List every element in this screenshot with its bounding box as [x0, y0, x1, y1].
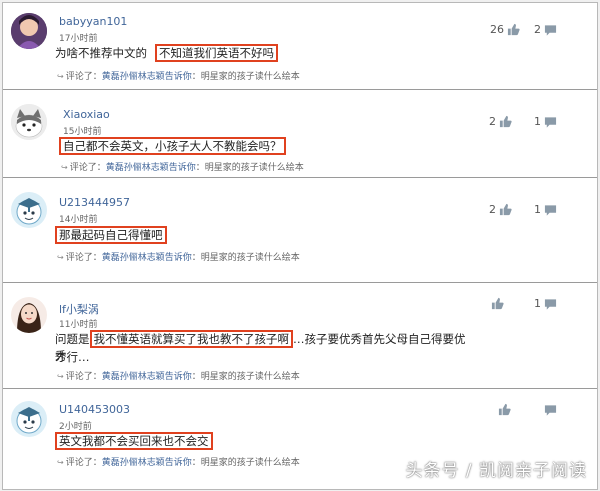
reply-article-title[interactable]: ：明星家的孩子读什么绘本: [192, 72, 300, 82]
reply-arrow-icon: ↪: [57, 72, 64, 81]
comment-text-line2: 才行…: [55, 350, 90, 364]
reply-button[interactable]: [541, 404, 557, 416]
username[interactable]: U140453003: [59, 403, 130, 416]
reply-count: 1: [534, 115, 541, 128]
reply-article-title[interactable]: ：明星家的孩子读什么绘本: [192, 372, 300, 382]
highlighted-text: 英文我都不会买回来也不会交: [55, 432, 213, 450]
comment-item: lf小梨涡 11小时前 问题是 我不懂英语就算买了我也教不了孩子啊 …孩子要优秀首先…: [3, 283, 597, 389]
username[interactable]: Xiaoxiao: [63, 108, 110, 121]
speech-bubble-icon: [544, 298, 557, 310]
comment-text: 为啥不推荐中文的 不知道我们英语不好吗: [55, 44, 278, 62]
comment-text-plain: 为啥不推荐中文的: [55, 46, 147, 60]
reply-prefix: 评论了：: [65, 372, 102, 382]
like-button[interactable]: [488, 297, 504, 310]
comment-actions: 2 1: [475, 203, 557, 216]
reply-button[interactable]: 1: [534, 203, 557, 216]
username[interactable]: babyyan101: [59, 15, 127, 28]
reply-prefix: 评论了：: [65, 253, 102, 263]
timestamp: 2小时前: [59, 422, 92, 432]
highlighted-text: 那最起码自己得懂吧: [55, 226, 167, 244]
username[interactable]: lf小梨涡: [59, 301, 99, 317]
speech-bubble-icon: [544, 24, 557, 36]
reply-user-link[interactable]: 黄磊孙俪林志颖告诉你: [102, 72, 192, 82]
reply-count: 1: [534, 297, 541, 310]
thumb-up-icon: [507, 23, 520, 36]
like-button[interactable]: 2: [489, 115, 512, 128]
username[interactable]: U213444957: [59, 196, 130, 209]
reply-prefix: 评论了：: [65, 72, 102, 82]
reply-context: ↪ 评论了：黄磊孙俪林志颖告诉你：明星家的孩子读什么绘本: [61, 160, 304, 173]
speech-bubble-icon: [544, 204, 557, 216]
reply-arrow-icon: ↪: [57, 372, 64, 381]
watermark: 头条号 / 凯阅亲子阅读: [405, 461, 587, 481]
speech-bubble-icon: [544, 116, 557, 128]
comment-item: Xiaoxiao 15小时前 自己都不会英文，小孩子大人不教能会吗？ ↪ 评论了：…: [3, 90, 597, 178]
reply-button[interactable]: 2: [534, 23, 557, 36]
avatar[interactable]: [11, 401, 47, 437]
reply-context: ↪ 评论了：黄磊孙俪林志颖告诉你：明星家的孩子读什么绘本: [57, 369, 300, 382]
reply-prefix: 评论了：: [65, 458, 102, 468]
comment-actions: 1: [474, 297, 557, 310]
reply-button[interactable]: 1: [534, 115, 557, 128]
avatar[interactable]: [11, 297, 47, 333]
like-count: 2: [489, 115, 496, 128]
reply-user-link[interactable]: 黄磊孙俪林志颖告诉你: [102, 253, 192, 263]
speech-bubble-icon: [544, 404, 557, 416]
highlighted-text: 自己都不会英文，小孩子大人不教能会吗？: [59, 137, 286, 155]
comment-item: babyyan101 17小时前 为啥不推荐中文的 不知道我们英语不好吗 ↪ 评论了…: [3, 3, 597, 90]
comment-text-plain: 问题是: [55, 332, 90, 346]
reply-context: ↪ 评论了：黄磊孙俪林志颖告诉你：明星家的孩子读什么绘本: [57, 455, 300, 468]
timestamp: 11小时前: [59, 320, 98, 330]
avatar[interactable]: [11, 104, 47, 140]
comment-item: U213444957 14小时前 那最起码自己得懂吧 ↪ 评论了：黄磊孙俪林志颖告…: [3, 178, 597, 283]
like-count: 2: [489, 203, 496, 216]
highlighted-text: 我不懂英语就算买了我也教不了孩子啊: [89, 330, 293, 348]
reply-user-link[interactable]: 黄磊孙俪林志颖告诉你: [102, 372, 192, 382]
comment-text: 自己都不会英文，小孩子大人不教能会吗？: [59, 137, 286, 155]
comment-text: 英文我都不会买回来也不会交: [55, 432, 213, 450]
like-button[interactable]: 26: [490, 23, 520, 36]
thumb-up-icon: [491, 297, 504, 310]
reply-arrow-icon: ↪: [57, 253, 64, 262]
timestamp: 15小时前: [63, 127, 102, 137]
thumb-up-icon: [499, 203, 512, 216]
reply-user-link[interactable]: 黄磊孙俪林志颖告诉你: [106, 163, 196, 173]
avatar[interactable]: [11, 192, 47, 228]
thumb-up-icon: [499, 115, 512, 128]
avatar[interactable]: [11, 13, 47, 49]
like-count: 26: [490, 23, 504, 36]
reply-context: ↪ 评论了：黄磊孙俪林志颖告诉你：明星家的孩子读什么绘本: [57, 250, 300, 263]
thumb-up-icon: [498, 403, 511, 416]
reply-article-title[interactable]: ：明星家的孩子读什么绘本: [192, 253, 300, 263]
comment-text: 问题是 我不懂英语就算买了我也教不了孩子啊 …孩子要优秀首先父母自己得要优秀: [55, 330, 475, 365]
like-button[interactable]: 2: [489, 203, 512, 216]
comment-text: 那最起码自己得懂吧: [55, 226, 167, 244]
comment-actions: 26 2: [476, 23, 557, 36]
timestamp: 14小时前: [59, 215, 98, 225]
reply-context: ↪ 评论了：黄磊孙俪林志颖告诉你：明星家的孩子读什么绘本: [57, 69, 300, 82]
reply-prefix: 评论了：: [69, 163, 106, 173]
like-button[interactable]: [495, 403, 511, 416]
reply-arrow-icon: ↪: [57, 458, 64, 467]
reply-count: 2: [534, 23, 541, 36]
reply-button[interactable]: 1: [534, 297, 557, 310]
timestamp: 17小时前: [59, 34, 98, 44]
highlighted-text: 不知道我们英语不好吗: [155, 44, 278, 62]
comment-actions: 2 1: [475, 115, 557, 128]
reply-user-link[interactable]: 黄磊孙俪林志颖告诉你: [102, 458, 192, 468]
reply-article-title[interactable]: ：明星家的孩子读什么绘本: [196, 163, 304, 173]
comment-list: babyyan101 17小时前 为啥不推荐中文的 不知道我们英语不好吗 ↪ 评论了…: [2, 2, 598, 490]
reply-count: 1: [534, 203, 541, 216]
reply-arrow-icon: ↪: [61, 163, 68, 172]
comment-actions: [481, 403, 557, 416]
reply-article-title[interactable]: ：明星家的孩子读什么绘本: [192, 458, 300, 468]
